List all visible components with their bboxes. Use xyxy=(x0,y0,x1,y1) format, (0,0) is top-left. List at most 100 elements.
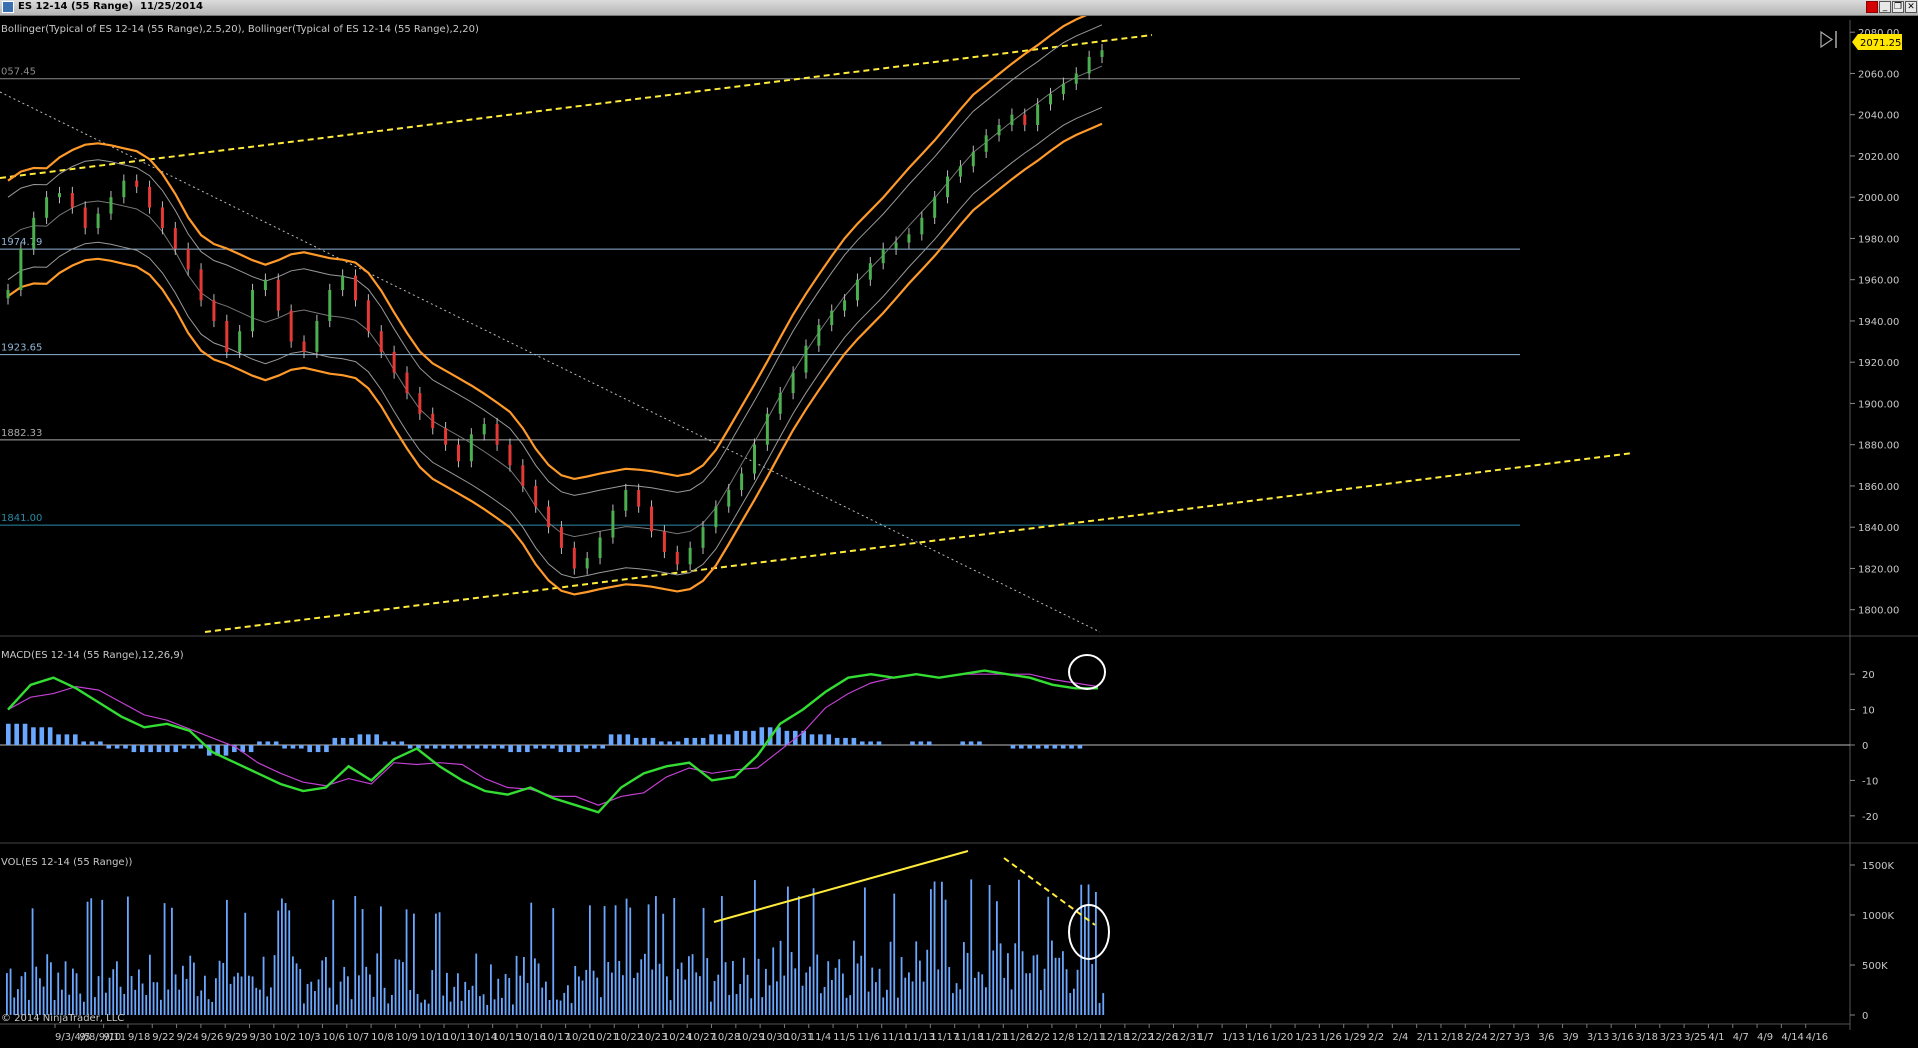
minimize-button[interactable]: _ xyxy=(1879,1,1891,13)
volume-bar xyxy=(974,977,976,1015)
time-tick-label: 10/3 xyxy=(298,1032,320,1043)
volume-bar xyxy=(684,979,687,1015)
volume-bar xyxy=(1014,943,1017,1015)
time-tick-label: 9/18 xyxy=(128,1032,150,1043)
volume-bar xyxy=(24,972,27,1015)
macd-histogram-bar xyxy=(1044,745,1049,749)
downtrend-line[interactable] xyxy=(0,91,1101,633)
volume-bar xyxy=(633,977,635,1015)
price-tick-label: 2000.00 xyxy=(1858,193,1899,204)
time-tick-label: 1/20 xyxy=(1271,1032,1293,1043)
volume-bar xyxy=(369,974,371,1015)
volume-bar xyxy=(941,881,943,1015)
macd-histogram-bar xyxy=(458,745,463,749)
trendlines[interactable] xyxy=(0,34,1634,633)
chart-canvas[interactable]: 057.451974.791923.651882.331841.00 2080.… xyxy=(0,16,1918,1048)
volume-bar xyxy=(383,987,386,1015)
restore-button[interactable]: ❐ xyxy=(1892,1,1904,13)
volume-bar xyxy=(391,994,393,1015)
macd-histogram-bar xyxy=(717,734,723,745)
volume-bar xyxy=(988,884,991,1015)
window-titlebar: ES 12-14 (55 Range) 11/25/2014 _ ❐ ✕ xyxy=(0,0,1918,16)
lower-trendline[interactable] xyxy=(204,452,1634,633)
volume-uptrend-line[interactable] xyxy=(713,850,969,923)
volume-bar xyxy=(138,969,140,1015)
candle-body xyxy=(765,413,769,445)
candle-body xyxy=(70,193,74,208)
volume-bar xyxy=(515,955,518,1015)
volume-bar xyxy=(955,983,958,1015)
volume-bar xyxy=(801,985,804,1015)
macd-histogram-bar xyxy=(424,745,430,749)
macd-histogram-bar xyxy=(441,745,446,749)
volume-bar xyxy=(64,961,67,1015)
volume-bar xyxy=(376,953,379,1015)
volume-bar xyxy=(739,983,742,1015)
macd-histogram-bar xyxy=(432,745,438,749)
scroll-to-end-icon[interactable] xyxy=(1818,28,1840,50)
volume-bar xyxy=(361,909,364,1015)
volume-bar xyxy=(17,989,19,1015)
candle-body xyxy=(637,490,641,507)
macd-histogram-bar xyxy=(868,741,873,745)
volume-bar xyxy=(372,996,375,1015)
candle-body xyxy=(508,444,512,466)
macd-histogram-bar xyxy=(248,745,254,753)
macd-histogram-bar xyxy=(608,734,614,745)
volume-bar xyxy=(101,899,104,1015)
volume-bar xyxy=(952,993,954,1015)
time-tick-label: 10/9 xyxy=(395,1032,417,1043)
volume-bar xyxy=(358,975,360,1015)
volume-bar xyxy=(908,972,910,1015)
candle-body xyxy=(366,300,370,332)
time-tick-label: 3/6 xyxy=(1538,1032,1554,1043)
volume-bar xyxy=(853,940,855,1015)
volume-bar xyxy=(750,998,753,1015)
volume-bar xyxy=(735,994,738,1015)
volume-bar xyxy=(446,972,448,1015)
volume-axis: 1500K 1000K 500K 0 xyxy=(1850,861,1894,1022)
current-price-tag: 2071.25 xyxy=(1852,34,1902,50)
volume-bar xyxy=(453,986,456,1015)
time-tick-label: 2/4 xyxy=(1392,1032,1408,1043)
volume-bar xyxy=(805,972,808,1015)
macd-histogram-bar xyxy=(558,745,564,753)
macd-histogram-bar xyxy=(474,745,480,749)
volume-bar xyxy=(108,977,111,1015)
volume-bar xyxy=(57,972,60,1015)
macd-histogram-bar xyxy=(1077,745,1083,749)
macd-indicator-label: MACD(ES 12-14 (55 Range),12,26,9) xyxy=(1,650,184,661)
time-tick-label: 9/22 xyxy=(152,1032,174,1043)
record-button[interactable] xyxy=(1866,1,1878,13)
macd-histogram-bar xyxy=(742,730,748,745)
close-button[interactable]: ✕ xyxy=(1905,1,1917,13)
macd-histogram-bar xyxy=(64,734,70,745)
volume-bar xyxy=(691,954,694,1015)
macd-histogram-bar xyxy=(700,737,706,745)
candle-body xyxy=(740,473,744,491)
volume-bar xyxy=(420,1002,423,1015)
macd-tick-label: 10 xyxy=(1862,706,1875,717)
price-axis: 2080.002060.002040.002020.002000.001980.… xyxy=(1850,28,1899,617)
macd-histogram-bar xyxy=(726,734,731,745)
volume-bar xyxy=(933,881,936,1015)
macd-histogram-bar xyxy=(1010,745,1016,749)
volume-bar xyxy=(618,960,621,1015)
volume-bar xyxy=(915,941,918,1015)
macd-histogram-bar xyxy=(642,737,647,745)
macd-histogram-bar xyxy=(968,741,974,745)
volume-bar xyxy=(904,977,907,1015)
macd-histogram-bar xyxy=(315,745,321,753)
volume-bar xyxy=(273,955,276,1015)
volume-bar xyxy=(724,962,727,1015)
volume-bar xyxy=(966,952,969,1015)
volume-bar xyxy=(310,981,313,1015)
volume-bar xyxy=(1018,879,1020,1015)
volume-bar xyxy=(849,995,852,1015)
volume-bar xyxy=(1058,957,1061,1015)
volume-bar xyxy=(380,906,382,1015)
macd-annotation-circle[interactable] xyxy=(1068,654,1106,690)
volume-bar xyxy=(970,879,973,1015)
volume-bar xyxy=(171,907,173,1015)
volume-bar xyxy=(673,897,676,1015)
